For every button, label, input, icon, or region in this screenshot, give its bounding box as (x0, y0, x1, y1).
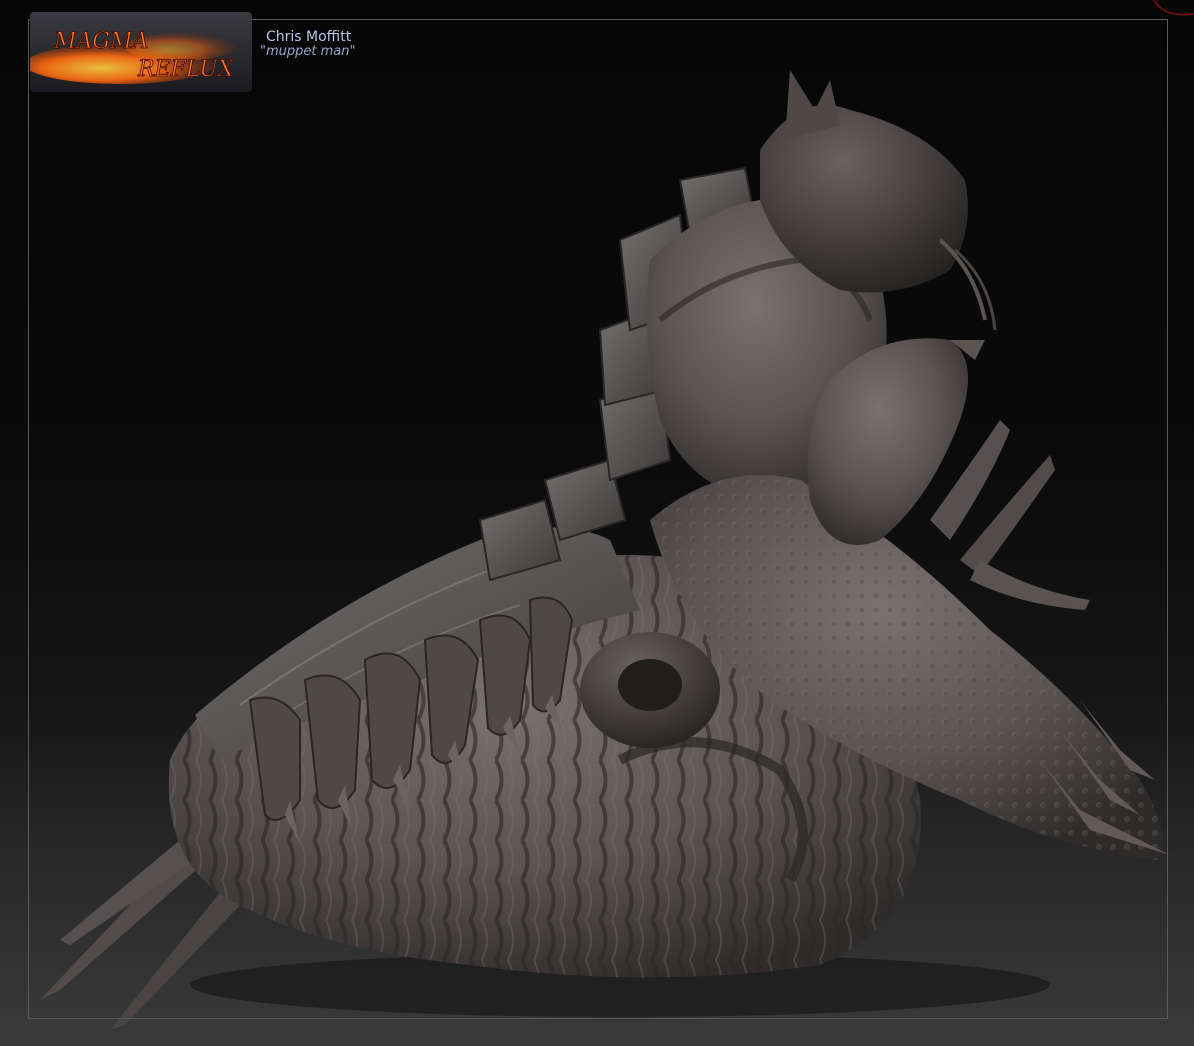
logo-text-line2: REFLUX (137, 57, 235, 82)
artist-credit: Chris Moffitt "muppet man" (260, 30, 355, 58)
artist-nickname: "muppet man" (260, 43, 356, 59)
corner-decoration (1134, 0, 1194, 20)
artist-name: Chris Moffitt (266, 29, 352, 45)
creature-sculpt-render (40, 70, 1170, 1030)
logo-text-line1: MAGMA (53, 29, 148, 54)
magma-reflux-logo: MAGMA REFLUX (30, 12, 252, 92)
